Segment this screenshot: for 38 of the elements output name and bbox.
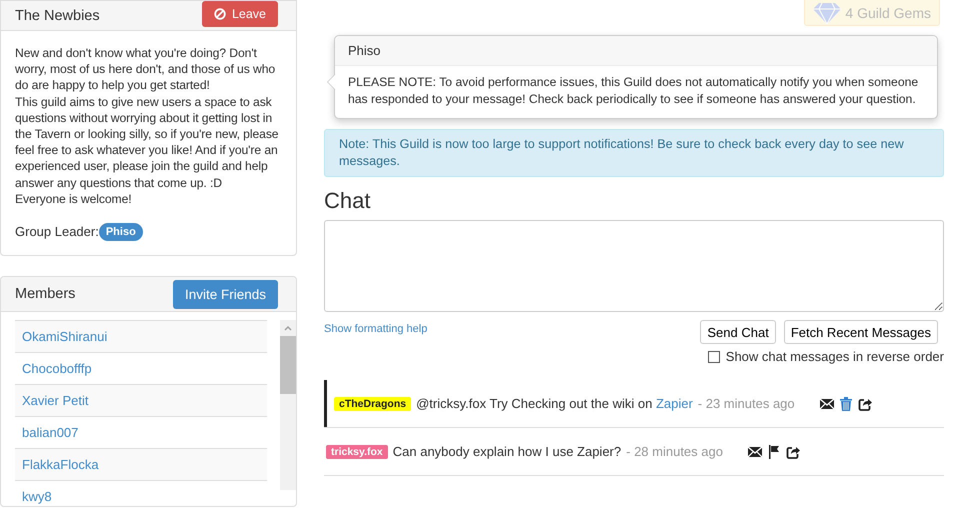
reverse-order-checkbox[interactable] xyxy=(708,350,720,362)
ban-icon xyxy=(214,8,226,20)
guild-description: New and don't know what you're doing? Don't worry, most of us here don't, and those of us who do are happy to help you get started! This guild aims to give new users a space to ask questions without worrying about it getting lost in the Tavern or looking silly, so if you're new, please feel free to ask whatever you like! And if you're an experienced user, please join the guild and help answer any questions that come up. :D Everyone is welcome! xyxy=(15,45,280,208)
user-badge[interactable]: tricksy.fox xyxy=(326,444,388,458)
user-badge[interactable]: cTheDragons xyxy=(334,396,412,410)
member-link[interactable]: Xavier Petit xyxy=(22,393,88,408)
info-alert: Note: This Guild is now too large to support notifications! Be sure to check back every day to see new messages. xyxy=(324,129,944,177)
message-text: Can anybody explain how I use Zapier? xyxy=(392,444,622,459)
notice-author: Phiso xyxy=(335,36,937,66)
share-icon[interactable] xyxy=(858,396,872,410)
message-link[interactable]: Zapier xyxy=(656,396,693,411)
envelope-icon[interactable] xyxy=(748,446,762,458)
trash-icon[interactable] xyxy=(840,396,852,410)
message-text: @tricksy.fox Try Checking out the wiki on Zapier xyxy=(416,396,693,411)
message-time: - 23 minutes ago xyxy=(698,396,795,411)
member-link[interactable]: Chocobofffp xyxy=(22,361,92,376)
member-link[interactable]: kwy8 xyxy=(22,489,52,504)
leader-badge[interactable]: Phiso xyxy=(98,223,143,242)
leave-button[interactable]: Leave xyxy=(202,1,278,27)
guild-title: The Newbies xyxy=(15,8,100,24)
member-link[interactable]: OkamiShiranui xyxy=(22,329,108,344)
member-link[interactable]: FlakkaFlocka xyxy=(22,457,99,472)
formatting-help-link[interactable]: Show formatting help xyxy=(324,323,428,335)
share-icon[interactable] xyxy=(786,444,800,458)
leader-label: Group Leader: xyxy=(15,224,99,240)
gem-icon xyxy=(813,2,842,24)
fetch-messages-button[interactable]: Fetch Recent Messages xyxy=(784,320,938,344)
envelope-icon[interactable] xyxy=(820,398,834,410)
flag-icon[interactable] xyxy=(768,444,780,458)
send-chat-button[interactable]: Send Chat xyxy=(700,320,776,344)
chat-heading: Chat xyxy=(324,188,372,214)
members-title: Members xyxy=(15,286,76,302)
member-link[interactable]: balian007 xyxy=(22,425,78,440)
message-time: - 28 minutes ago xyxy=(626,444,723,459)
notice-text: PLEASE NOTE: To avoid performance issues, this Guild does not automatically notify you when someone has responded to your message! Check back periodically to see if someone has answered your question. xyxy=(347,74,920,108)
reverse-order-label: Show chat messages in reverse order xyxy=(726,349,944,364)
chat-input[interactable] xyxy=(324,220,944,312)
invite-button[interactable]: Invite Friends xyxy=(172,280,278,309)
